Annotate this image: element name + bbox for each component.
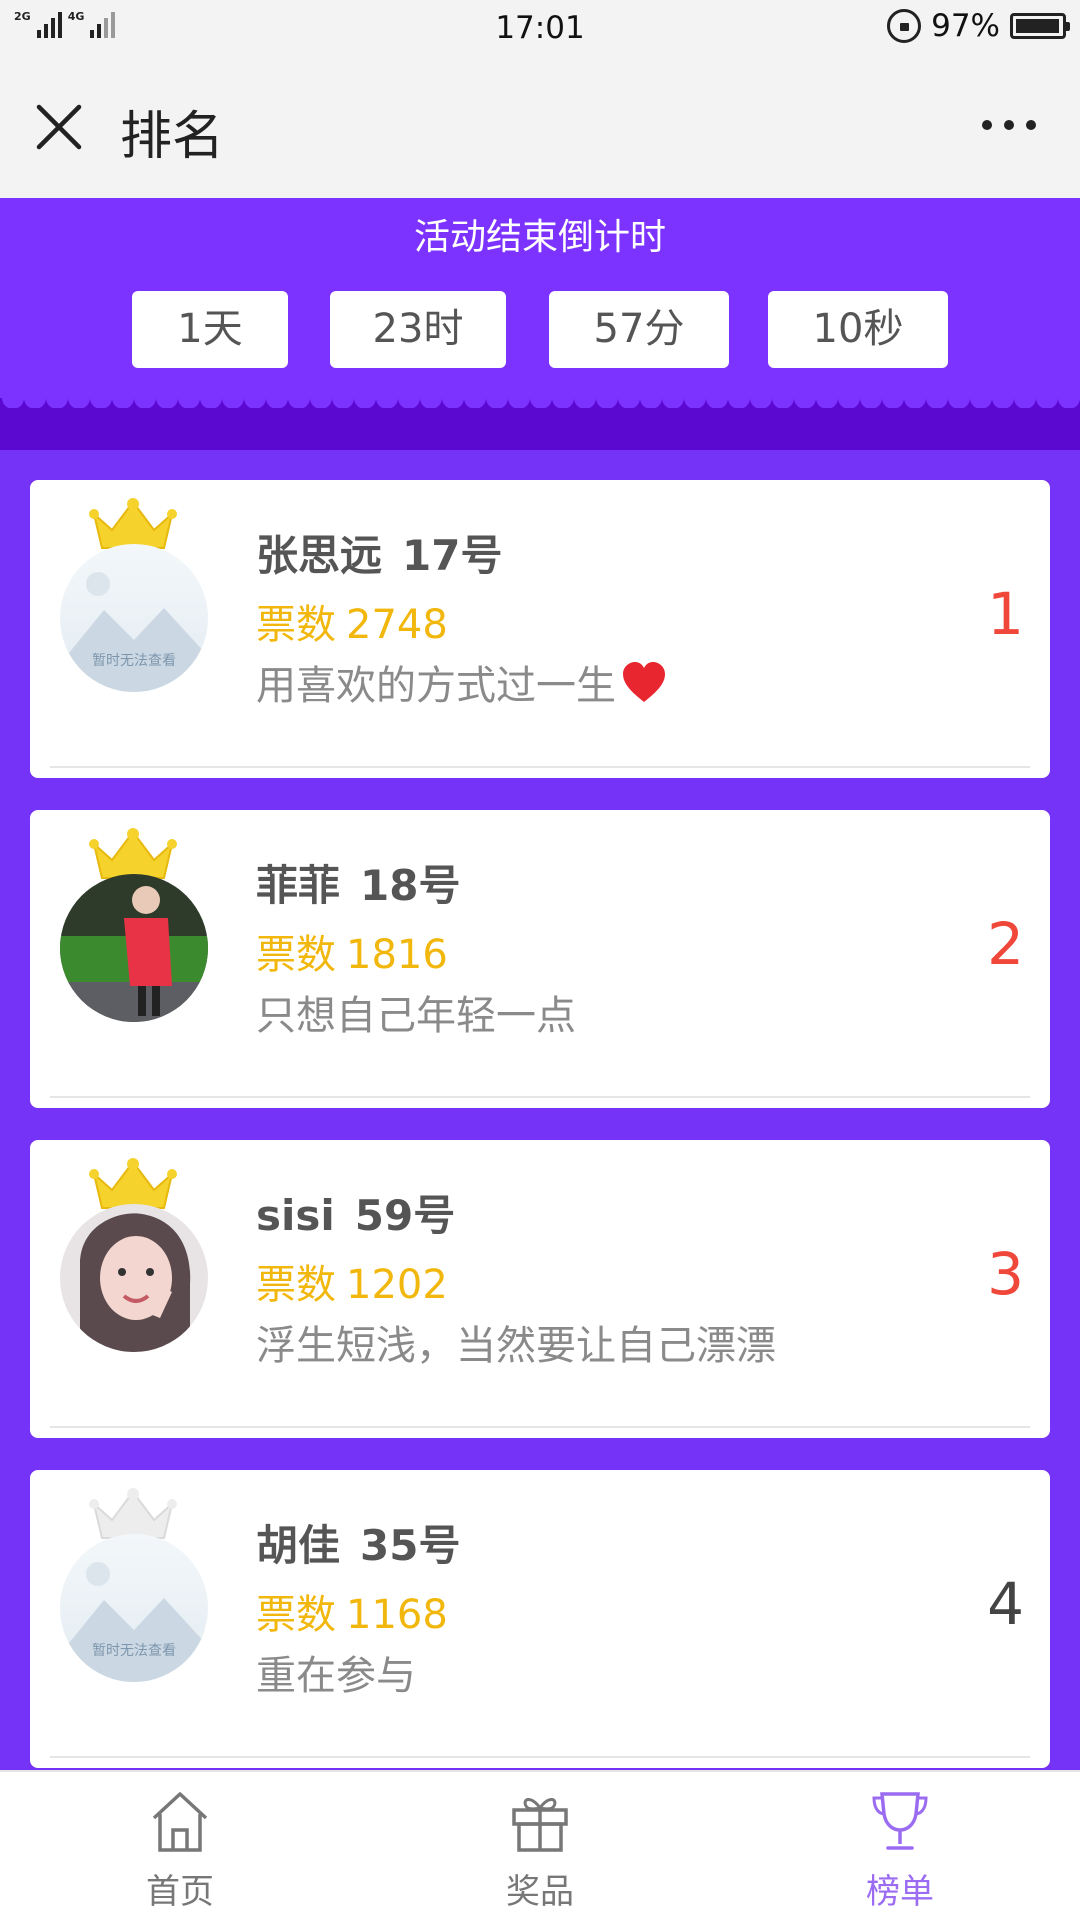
contestant-name: 张思远: [256, 531, 383, 580]
contestant-number: 18号: [360, 861, 461, 910]
tab-label: 奖品: [506, 1872, 574, 1912]
more-icon[interactable]: [982, 120, 1036, 130]
vote-count-line: 票数 2748: [256, 592, 448, 650]
rank-number: 1: [987, 580, 1024, 648]
tab-label: 榜单: [866, 1872, 934, 1912]
countdown-header: 活动结束倒计时 1天 23时 57分 10秒: [0, 198, 1080, 450]
tab-label: 首页: [146, 1872, 214, 1912]
rotation-lock-icon: [887, 9, 922, 43]
contestant-photo: [60, 874, 208, 1022]
card-divider: [50, 1756, 1030, 1758]
contestant-slogan: 浮生短浅，当然要让自己漂漂: [256, 1316, 856, 1376]
contestant-name-line: 张思远 17号: [256, 522, 502, 583]
rank-number: 2: [987, 910, 1024, 978]
status-bar: 2G 4G 17:01 97%: [0, 0, 1080, 56]
countdown-days: 1天: [132, 291, 288, 368]
card-divider: [50, 1096, 1030, 1098]
votes-label: 票数: [256, 1592, 336, 1638]
ranking-card-1[interactable]: 暂时无法查看 张思远 17号 票数 2748 用喜欢的方式过一生 1: [30, 480, 1050, 778]
vote-count-line: 票数 1816: [256, 922, 448, 980]
contestant-slogan: 只想自己年轻一点: [256, 986, 856, 1046]
battery-icon: [1010, 13, 1070, 39]
card-divider: [50, 766, 1030, 768]
bottom-tab-bar: 首页 奖品 榜单: [0, 1770, 1080, 1920]
avatar-placeholder-text: 暂时无法查看: [92, 1643, 176, 1659]
votes-value: 1202: [346, 1262, 448, 1308]
slogan-text: 重在参与: [256, 1653, 416, 1699]
countdown-seconds: 10秒: [768, 291, 948, 368]
slogan-text: 浮生短浅，当然要让自己漂漂: [256, 1323, 776, 1369]
slogan-text: 用喜欢的方式过一生: [256, 663, 616, 709]
contestant-number: 35号: [360, 1521, 461, 1570]
gift-icon: [512, 1798, 568, 1852]
page-title: 排名: [120, 107, 225, 167]
votes-label: 票数: [256, 602, 336, 648]
avatar-photo: [60, 1204, 208, 1352]
countdown-title: 活动结束倒计时: [413, 217, 666, 258]
votes-value: 2748: [346, 602, 448, 648]
ranking-card-3[interactable]: sisi 59号 票数 1202 浮生短浅，当然要让自己漂漂 3: [30, 1140, 1050, 1438]
contestant-name: sisi: [256, 1191, 335, 1240]
votes-value: 1168: [346, 1592, 448, 1638]
contestant-number: 59号: [354, 1191, 456, 1240]
contestant-name-line: 菲菲 18号: [256, 852, 460, 913]
contestant-number: 17号: [402, 531, 503, 580]
countdown-minutes: 57分: [549, 291, 729, 368]
trophy-icon: [872, 1792, 928, 1850]
contestant-name: 胡佳: [256, 1521, 341, 1570]
slogan-text: 只想自己年轻一点: [256, 993, 576, 1039]
countdown-hours: 23时: [330, 291, 506, 368]
contestant-slogan: 重在参与: [256, 1646, 856, 1706]
contestant-photo: [60, 1204, 208, 1352]
vote-count-line: 票数 1202: [256, 1252, 448, 1310]
close-icon[interactable]: [34, 102, 84, 152]
avatar-placeholder: 暂时无法查看: [60, 1534, 208, 1682]
rank-number: 4: [987, 1570, 1024, 1638]
battery-level: [1016, 19, 1059, 33]
avatar-placeholder: 暂时无法查看: [60, 544, 208, 692]
rank-number: 3: [987, 1240, 1024, 1308]
tab-home[interactable]: 首页: [100, 1772, 260, 1920]
avatar-photo: [60, 874, 208, 1022]
votes-label: 票数: [256, 932, 336, 978]
ranking-card-4[interactable]: 暂时无法查看 胡佳 35号 票数 1168 重在参与 4: [30, 1470, 1050, 1768]
battery-percent: 97%: [931, 8, 1000, 44]
status-right: 97%: [887, 8, 1070, 44]
scallop-edge: [0, 394, 1080, 408]
ranking-card-2[interactable]: 菲菲 18号 票数 1816 只想自己年轻一点 2: [30, 810, 1050, 1108]
tab-rankings[interactable]: 榜单: [820, 1772, 980, 1920]
heart-icon: [623, 662, 665, 702]
nav-bar: 排名: [0, 56, 1080, 198]
tab-prizes[interactable]: 奖品: [460, 1772, 620, 1920]
contestant-name-line: 胡佳 35号: [256, 1512, 460, 1573]
contestant-name: 菲菲: [256, 861, 341, 910]
votes-value: 1816: [346, 932, 448, 978]
avatar-placeholder-text: 暂时无法查看: [92, 653, 176, 669]
home-icon: [152, 1792, 208, 1852]
scalloped-border: [0, 394, 1080, 450]
votes-label: 票数: [256, 1262, 336, 1308]
card-divider: [50, 1426, 1030, 1428]
vote-count-line: 票数 1168: [256, 1582, 448, 1640]
contestant-slogan: 用喜欢的方式过一生: [256, 656, 856, 716]
contestant-name-line: sisi 59号: [256, 1182, 455, 1243]
